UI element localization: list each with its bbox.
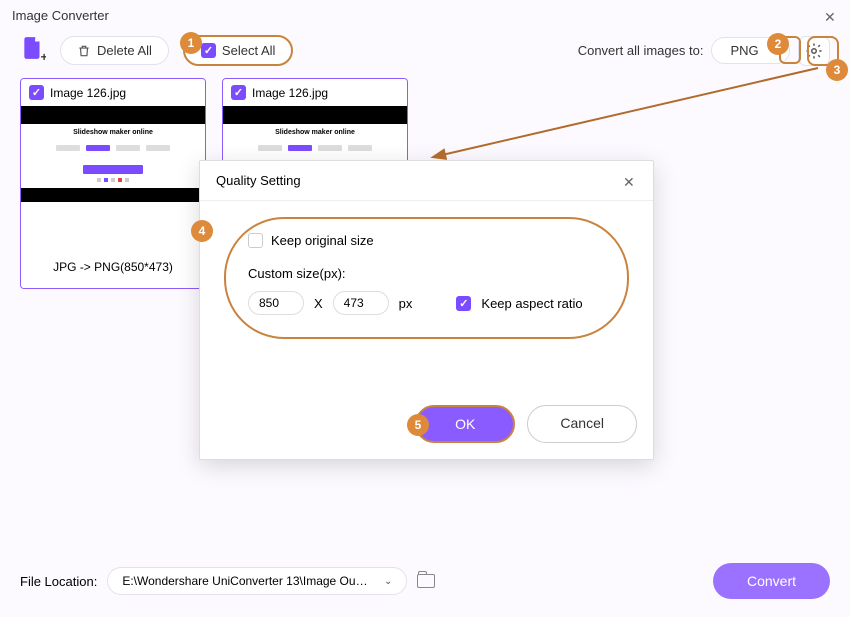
card-filename: Image 126.jpg xyxy=(252,86,328,100)
file-location-select[interactable]: E:\Wondershare UniConverter 13\Image Out… xyxy=(107,567,407,595)
card-checkbox[interactable] xyxy=(231,85,246,100)
keep-ratio-checkbox[interactable] xyxy=(456,296,471,311)
chevron-down-icon: ⌄ xyxy=(384,576,392,587)
select-all-checkbox xyxy=(201,43,216,58)
callout-3: 3 xyxy=(826,59,848,81)
card-checkbox[interactable] xyxy=(29,85,44,100)
svg-text:+: + xyxy=(41,50,46,61)
height-input[interactable] xyxy=(333,291,389,315)
quality-setting-dialog: Quality Setting Keep original size Custo… xyxy=(199,160,654,460)
keep-original-checkbox[interactable] xyxy=(248,233,263,248)
trash-icon xyxy=(77,44,91,58)
keep-ratio-label: Keep aspect ratio xyxy=(481,296,582,311)
delete-all-label: Delete All xyxy=(97,43,152,58)
gear-icon xyxy=(805,42,823,60)
file-location-label: File Location: xyxy=(20,574,97,589)
callout-5: 5 xyxy=(407,414,429,436)
format-value: PNG xyxy=(730,43,758,58)
image-card[interactable]: Image 126.jpg Slideshow maker online JPG… xyxy=(20,78,206,289)
convert-button[interactable]: Convert xyxy=(713,563,830,599)
width-input[interactable] xyxy=(248,291,304,315)
card-conversion: JPG -> PNG(850*473) xyxy=(21,246,205,288)
file-location-path: E:\Wondershare UniConverter 13\Image Out… xyxy=(122,574,370,588)
app-title: Image Converter xyxy=(12,8,109,23)
ok-button[interactable]: OK xyxy=(415,405,515,443)
card-thumbnail: Slideshow maker online xyxy=(21,106,205,246)
delete-all-button[interactable]: Delete All xyxy=(60,36,169,65)
select-all-label: Select All xyxy=(222,43,275,58)
add-image-icon[interactable]: + xyxy=(20,35,46,66)
card-filename: Image 126.jpg xyxy=(50,86,126,100)
settings-button[interactable] xyxy=(798,36,830,66)
custom-size-label: Custom size(px): xyxy=(248,266,346,281)
dialog-close-icon[interactable] xyxy=(623,174,637,188)
cancel-button[interactable]: Cancel xyxy=(527,405,637,443)
keep-original-label: Keep original size xyxy=(271,233,374,248)
callout-1: 1 xyxy=(180,32,202,54)
dialog-title: Quality Setting xyxy=(216,173,301,188)
callout-2: 2 xyxy=(767,33,789,55)
callout-4: 4 xyxy=(191,220,213,242)
open-folder-icon[interactable] xyxy=(417,574,435,588)
convert-to-label: Convert all images to: xyxy=(578,43,704,58)
close-icon[interactable] xyxy=(824,9,838,23)
x-label: X xyxy=(314,296,323,311)
px-label: px xyxy=(399,296,413,311)
